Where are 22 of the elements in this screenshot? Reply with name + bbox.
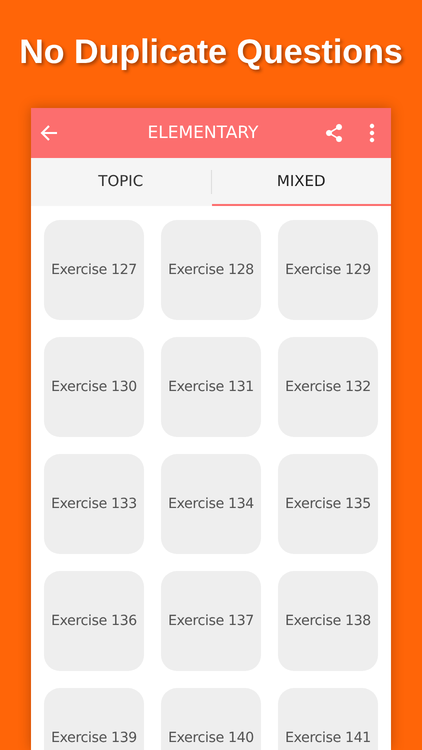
headline: No Duplicate Questions <box>19 33 403 73</box>
exercise-tile[interactable]: Exercise 140 <box>161 688 261 750</box>
exercise-tile[interactable]: Exercise 133 <box>44 454 144 554</box>
exercise-tile[interactable]: Exercise 130 <box>44 337 144 437</box>
exercise-tile[interactable]: Exercise 134 <box>161 454 261 554</box>
exercise-tile[interactable]: Exercise 128 <box>161 220 261 320</box>
more-options-icon[interactable] <box>369 123 375 143</box>
exercise-tile[interactable]: Exercise 132 <box>278 337 378 437</box>
exercise-tile[interactable]: Exercise 129 <box>278 220 378 320</box>
exercise-tile[interactable]: Exercise 127 <box>44 220 144 320</box>
exercise-tile[interactable]: Exercise 131 <box>161 337 261 437</box>
exercise-tile[interactable]: Exercise 138 <box>278 571 378 671</box>
exercise-tile[interactable]: Exercise 139 <box>44 688 144 750</box>
back-arrow-icon[interactable] <box>39 123 59 143</box>
tab[interactable]: TOPIC <box>31 158 210 206</box>
exercise-tile[interactable]: Exercise 137 <box>161 571 261 671</box>
screen-title: ELEMENTARY <box>146 123 260 143</box>
tab[interactable]: MIXED <box>212 158 391 206</box>
exercise-tile[interactable]: Exercise 136 <box>44 571 144 671</box>
share-icon[interactable] <box>325 123 343 143</box>
exercise-tile[interactable]: Exercise 141 <box>278 688 378 750</box>
exercise-tile[interactable]: Exercise 135 <box>278 454 378 554</box>
